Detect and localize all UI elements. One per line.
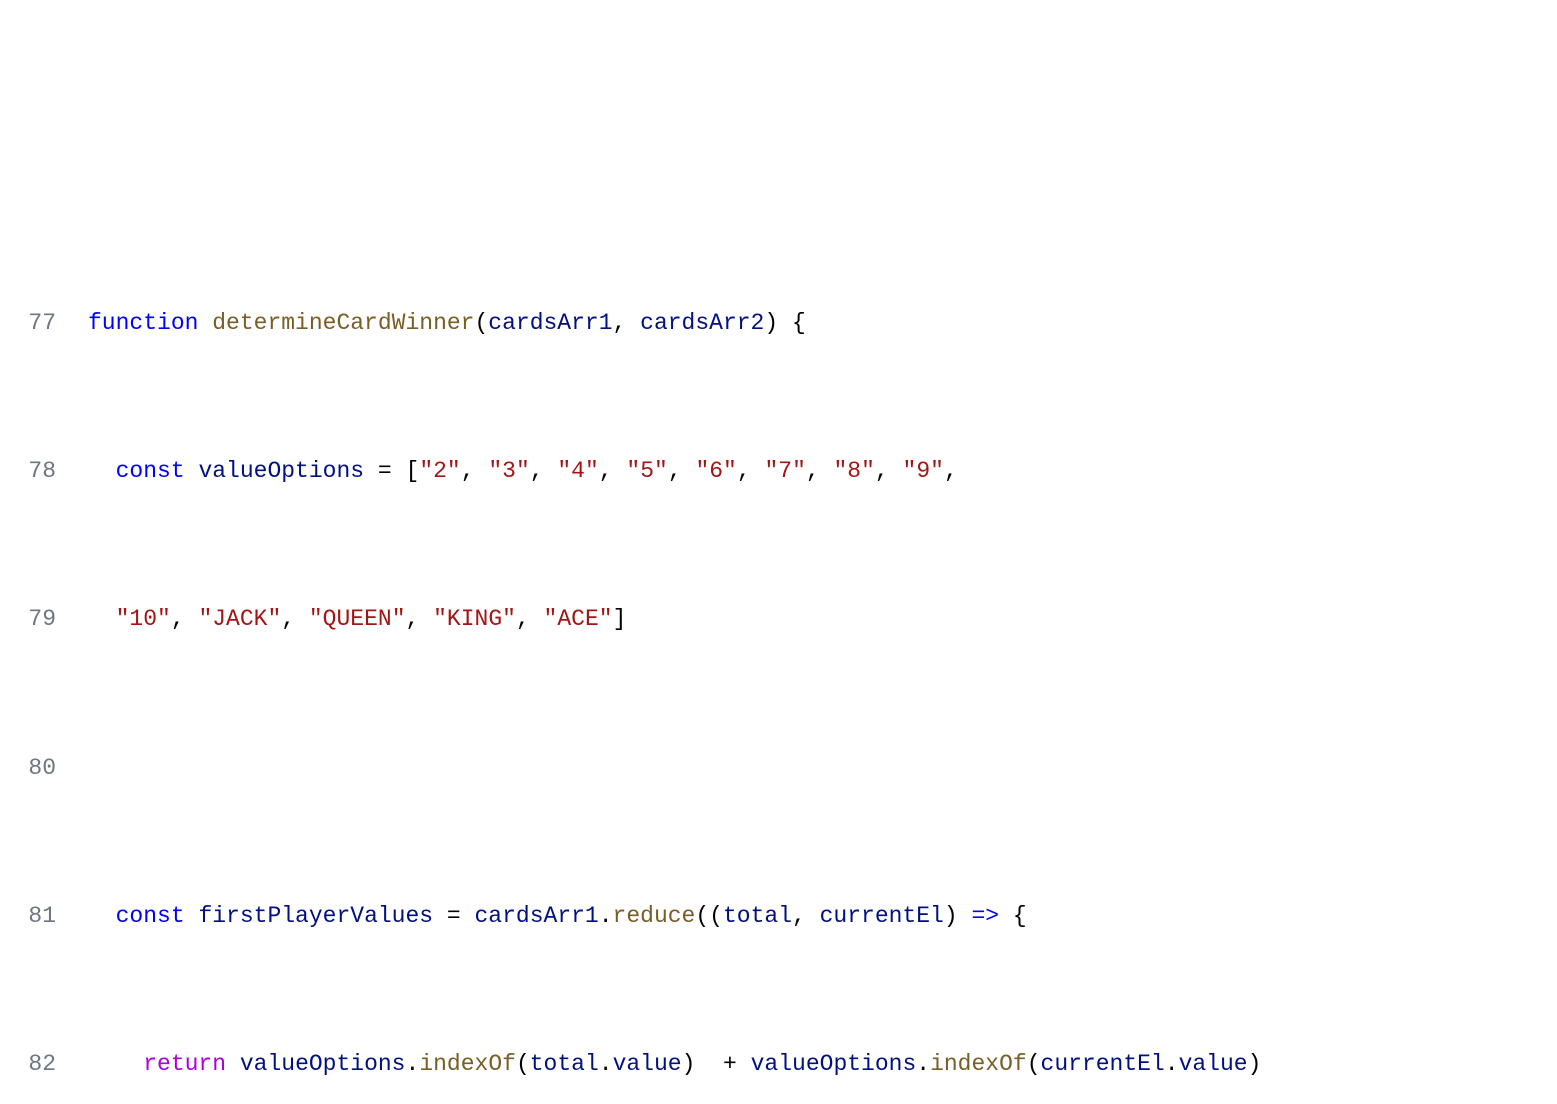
equals: = (433, 903, 474, 929)
line-number: 78 (0, 447, 56, 496)
keyword-const: const (116, 458, 185, 484)
code-line-82[interactable]: return valueOptions.indexOf(total.value)… (88, 1040, 1557, 1089)
string: "4" (557, 458, 598, 484)
comma: , (406, 606, 434, 632)
line-number: 80 (0, 744, 56, 793)
code-editor[interactable]: 77 78 79 80 81 82 83 84 85 86 87 functio… (0, 200, 1557, 1104)
string: "3" (488, 458, 529, 484)
string: "6" (695, 458, 736, 484)
paren-open: ( (474, 310, 488, 336)
comma: , (516, 606, 544, 632)
object: cardsArr1 (475, 903, 599, 929)
string: "JACK" (198, 606, 281, 632)
dot: . (599, 1051, 613, 1077)
comma: , (599, 458, 627, 484)
paren-open: (( (695, 903, 723, 929)
dot: . (916, 1051, 930, 1077)
property: value (613, 1051, 682, 1077)
param: cardsArr1 (488, 310, 612, 336)
paren-close: ) (944, 903, 958, 929)
plus: + (695, 1051, 750, 1077)
variable: firstPlayerValues (198, 903, 433, 929)
param: currentEl (820, 903, 944, 929)
object: valueOptions (240, 1051, 406, 1077)
code-line-77[interactable]: function determineCardWinner(cardsArr1, … (88, 299, 1557, 348)
string: "5" (626, 458, 667, 484)
comma: , (530, 458, 558, 484)
comma: , (737, 458, 765, 484)
method-indexof: indexOf (419, 1051, 516, 1077)
method-reduce: reduce (613, 903, 696, 929)
paren-open: ( (1027, 1051, 1041, 1077)
param: cardsArr2 (640, 310, 764, 336)
string: "10" (116, 606, 171, 632)
property: value (1179, 1051, 1248, 1077)
string: "QUEEN" (309, 606, 406, 632)
paren-open: ( (516, 1051, 530, 1077)
dot: . (599, 903, 613, 929)
brace-open: { (1013, 903, 1027, 929)
arrow: => (958, 903, 1013, 929)
line-number: 82 (0, 1040, 56, 1089)
bracket-open: [ (406, 458, 420, 484)
arg: currentEl (1041, 1051, 1165, 1077)
line-number: 77 (0, 299, 56, 348)
code-line-80[interactable] (88, 744, 1557, 793)
arg: total (530, 1051, 599, 1077)
keyword-const: const (116, 903, 185, 929)
comma: , (171, 606, 199, 632)
string: "7" (764, 458, 805, 484)
comma: , (806, 458, 834, 484)
code-line-81[interactable]: const firstPlayerValues = cardsArr1.redu… (88, 892, 1557, 941)
variable: valueOptions (198, 458, 364, 484)
comma: , (944, 458, 972, 484)
paren-close: ) (1248, 1051, 1262, 1077)
code-area[interactable]: function determineCardWinner(cardsArr1, … (80, 200, 1557, 1104)
comma: , (613, 310, 641, 336)
paren-close: ) (764, 310, 778, 336)
string: "9" (903, 458, 944, 484)
comma: , (875, 458, 903, 484)
object: valueOptions (751, 1051, 917, 1077)
dot: . (1165, 1051, 1179, 1077)
bracket-close: ] (613, 606, 627, 632)
function-name: determineCardWinner (212, 310, 474, 336)
comma: , (281, 606, 309, 632)
paren-close: ) (682, 1051, 696, 1077)
string: "ACE" (544, 606, 613, 632)
string: "KING" (433, 606, 516, 632)
comma: , (792, 903, 820, 929)
keyword-return: return (143, 1051, 226, 1077)
line-number: 79 (0, 595, 56, 644)
string: "2" (419, 458, 460, 484)
gutter: 77 78 79 80 81 82 83 84 85 86 87 (0, 200, 80, 1104)
brace-open: { (778, 310, 806, 336)
comma: , (461, 458, 489, 484)
code-line-79[interactable]: "10", "JACK", "QUEEN", "KING", "ACE"] (88, 595, 1557, 644)
string: "8" (834, 458, 875, 484)
keyword-function: function (88, 310, 198, 336)
dot: . (406, 1051, 420, 1077)
code-line-78[interactable]: const valueOptions = ["2", "3", "4", "5"… (88, 447, 1557, 496)
comma: , (668, 458, 696, 484)
param: total (723, 903, 792, 929)
method-indexof: indexOf (930, 1051, 1027, 1077)
line-number: 81 (0, 892, 56, 941)
equals: = (364, 458, 405, 484)
